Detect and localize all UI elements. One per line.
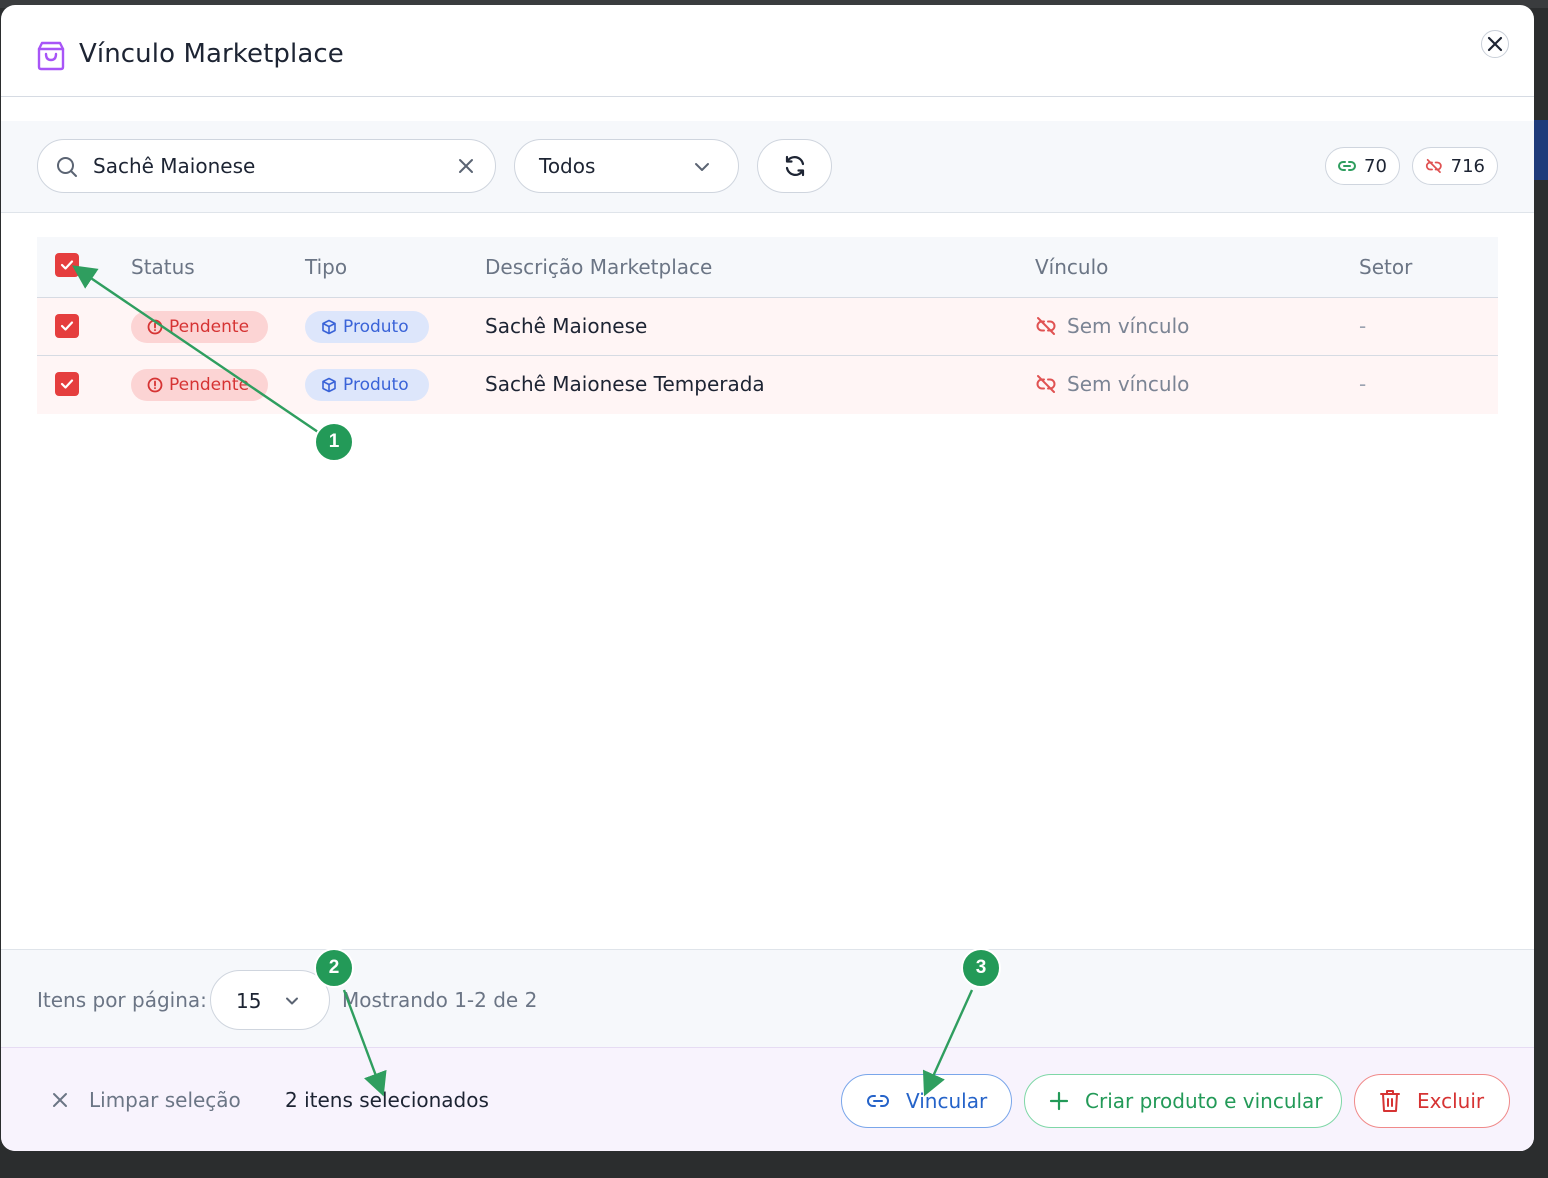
annotation-marker-3: 3 [961, 948, 1001, 988]
status-label: Pendente [169, 317, 250, 337]
link-status-label: Sem vínculo [1067, 372, 1190, 396]
linked-count-badge[interactable]: 70 [1325, 147, 1400, 185]
description-cell: Sachê Maionese [485, 314, 648, 338]
table-row[interactable]: Pendente Produto Sachê Maionese Temperad… [37, 356, 1498, 414]
marketplace-link-dialog: Vínculo Marketplace Sachê Maionese Todos… [1, 5, 1534, 1151]
select-all-checkbox[interactable] [55, 253, 79, 277]
plus-icon [1049, 1091, 1069, 1111]
create-and-link-button[interactable]: Criar produto e vincular [1024, 1074, 1342, 1128]
column-header-vinculo[interactable]: Vínculo [1035, 255, 1108, 279]
column-header-descricao[interactable]: Descrição Marketplace [485, 255, 712, 279]
status-label: Pendente [169, 375, 250, 395]
link-status-cell: Sem vínculo [1035, 372, 1189, 396]
package-icon [322, 377, 336, 393]
unlinked-count: 716 [1450, 155, 1485, 177]
column-header-setor[interactable]: Setor [1359, 255, 1412, 279]
link-button-label: Vincular [906, 1089, 988, 1113]
checkmark-icon [60, 321, 74, 331]
link-icon [1338, 161, 1356, 171]
row-checkbox[interactable] [55, 372, 79, 396]
selection-action-bar: Limpar seleção 2 itens selecionados Vinc… [1, 1047, 1534, 1151]
unlinked-count-badge[interactable]: 716 [1412, 147, 1498, 185]
search-icon [56, 156, 78, 182]
per-page-value: 15 [236, 989, 262, 1013]
per-page-label: Itens por página: [37, 988, 207, 1012]
clear-selection-label: Limpar seleção [89, 1088, 241, 1112]
type-label: Produto [343, 317, 409, 337]
status-badge: Pendente [131, 369, 268, 401]
column-header-status[interactable]: Status [131, 255, 195, 279]
pagination-bar: Itens por página: 15 Mostrando 1-2 de 2 [1, 949, 1534, 1047]
status-badge: Pendente [131, 311, 268, 343]
refresh-icon [785, 155, 804, 177]
background-app-panel [1534, 120, 1548, 180]
search-input[interactable]: Sachê Maionese [37, 139, 496, 193]
status-filter-value: Todos [539, 154, 596, 178]
delete-button-label: Excluir [1417, 1089, 1485, 1113]
linked-count: 70 [1364, 155, 1387, 177]
dialog-header: Vínculo Marketplace [1, 5, 1534, 97]
create-and-link-label: Criar produto e vincular [1085, 1089, 1323, 1113]
link-status-cell: Sem vínculo [1035, 314, 1189, 338]
column-header-tipo[interactable]: Tipo [305, 255, 347, 279]
selected-count: 2 itens selecionados [285, 1088, 489, 1112]
clear-search-icon[interactable] [456, 156, 476, 180]
package-icon [322, 319, 336, 335]
type-badge: Produto [305, 369, 429, 401]
trash-icon [1380, 1090, 1400, 1112]
row-checkbox[interactable] [55, 314, 79, 338]
close-icon [1487, 36, 1503, 52]
table-row[interactable]: Pendente Produto Sachê Maionese Sem vínc… [37, 298, 1498, 356]
table-header: Status Tipo Descrição Marketplace Víncul… [37, 237, 1498, 298]
annotation-marker-2: 2 [314, 948, 354, 988]
dialog-title: Vínculo Marketplace [79, 39, 344, 69]
annotation-marker-1: 1 [314, 422, 354, 462]
unlink-icon [1425, 158, 1442, 174]
filter-toolbar: Sachê Maionese Todos 70 716 [1, 121, 1534, 213]
unlink-icon [1036, 317, 1056, 335]
type-badge: Produto [305, 311, 429, 343]
clear-selection-button[interactable]: Limpar seleção [51, 1088, 241, 1112]
sector-cell: - [1359, 314, 1367, 338]
showing-range: Mostrando 1-2 de 2 [342, 988, 538, 1012]
status-filter-select[interactable]: Todos [514, 139, 739, 193]
link-status-label: Sem vínculo [1067, 314, 1190, 338]
chevron-down-icon [693, 158, 711, 180]
per-page-select[interactable]: 15 [210, 970, 330, 1030]
sector-cell: - [1359, 372, 1367, 396]
type-label: Produto [343, 375, 409, 395]
delete-button[interactable]: Excluir [1354, 1074, 1510, 1128]
refresh-button[interactable] [757, 139, 832, 193]
shopping-bag-icon [37, 41, 65, 71]
checkmark-icon [60, 260, 74, 270]
description-cell: Sachê Maionese Temperada [485, 372, 765, 396]
alert-circle-icon [147, 319, 163, 335]
unlink-icon [1036, 375, 1056, 393]
close-icon [53, 1093, 67, 1107]
checkmark-icon [60, 379, 74, 389]
close-dialog-button[interactable] [1481, 30, 1509, 58]
link-button[interactable]: Vincular [841, 1074, 1012, 1128]
alert-circle-icon [147, 377, 163, 393]
search-value: Sachê Maionese [93, 154, 256, 178]
link-icon [867, 1095, 889, 1107]
chevron-down-icon [284, 993, 300, 1013]
marketplace-items-table: Status Tipo Descrição Marketplace Víncul… [37, 237, 1498, 414]
